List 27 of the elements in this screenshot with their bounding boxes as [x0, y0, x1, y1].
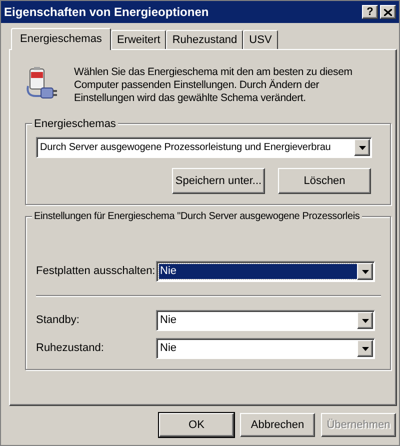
close-icon: [384, 8, 392, 16]
dropdown-value: Nie: [159, 313, 178, 328]
button[interactable]: Abbrechen: [240, 413, 315, 437]
field-label: Festplatten ausschalten:: [36, 264, 156, 280]
dropdown-value: Nie: [159, 341, 178, 356]
tab[interactable]: USV: [243, 30, 278, 49]
button[interactable]: Löschen: [278, 168, 371, 194]
dropdown[interactable]: Nie: [156, 261, 375, 282]
button[interactable]: Speichern unter...: [172, 168, 265, 194]
description-text: Wählen Sie das Energieschema mit den am besten zu diesem Computer passenden Einstellungen. Durch Ändern der Einstellungen wird das gewählte Schema verändert.: [74, 66, 354, 105]
help-button[interactable]: ?: [362, 5, 378, 19]
window-title: Eigenschaften von Energieoptionen: [4, 4, 209, 21]
tab[interactable]: Energieschemas: [11, 28, 111, 50]
group-label: Einstellungen für Energieschema "Durch Server ausgewogene Prozessorleis: [32, 209, 362, 224]
dropdown[interactable]: Nie: [156, 338, 375, 359]
dropdown[interactable]: Nie: [156, 310, 375, 331]
button[interactable]: OK: [159, 413, 234, 437]
dropdown-value: Nie: [159, 264, 357, 279]
tab[interactable]: Ruhezustand: [166, 30, 244, 49]
close-button[interactable]: [380, 5, 396, 19]
dropdown-value: Durch Server ausgewogene Prozessorleistung und Energieverbrau: [39, 141, 332, 155]
tab[interactable]: Erweitert: [110, 30, 166, 49]
group-label: Energieschemas: [32, 116, 118, 132]
field-label: Ruhezustand:: [36, 341, 105, 356]
battery-plug-icon: [24, 66, 58, 100]
dropdown[interactable]: Durch Server ausgewogene Prozessorleistung und Energieverbrau: [36, 137, 372, 158]
field-label: Standby:: [36, 313, 80, 328]
